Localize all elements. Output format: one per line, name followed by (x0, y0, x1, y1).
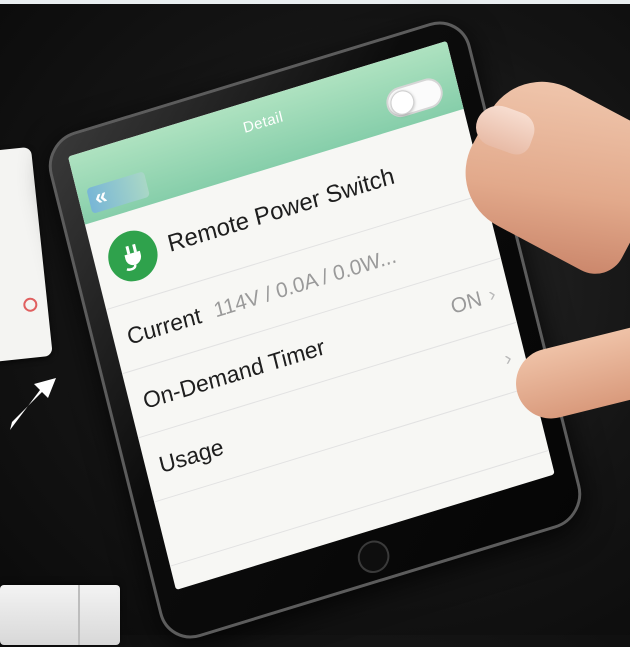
timer-value: ON (448, 286, 485, 319)
arrow-icon (10, 378, 56, 430)
plug-icon (102, 223, 163, 288)
current-label: Current (124, 302, 204, 350)
usage-label: Usage (156, 433, 227, 479)
product-box (0, 585, 120, 645)
toggle-knob (387, 87, 417, 118)
top-edge (0, 0, 630, 4)
timer-right: ON › (448, 283, 498, 320)
box-seam (78, 585, 80, 645)
red-indicator (22, 297, 39, 313)
chevron-right-icon: › (502, 347, 514, 371)
chevron-right-icon: › (486, 283, 498, 307)
partial-device-card (0, 146, 53, 364)
usage-right: › (502, 347, 514, 371)
plug-glyph (124, 243, 141, 271)
